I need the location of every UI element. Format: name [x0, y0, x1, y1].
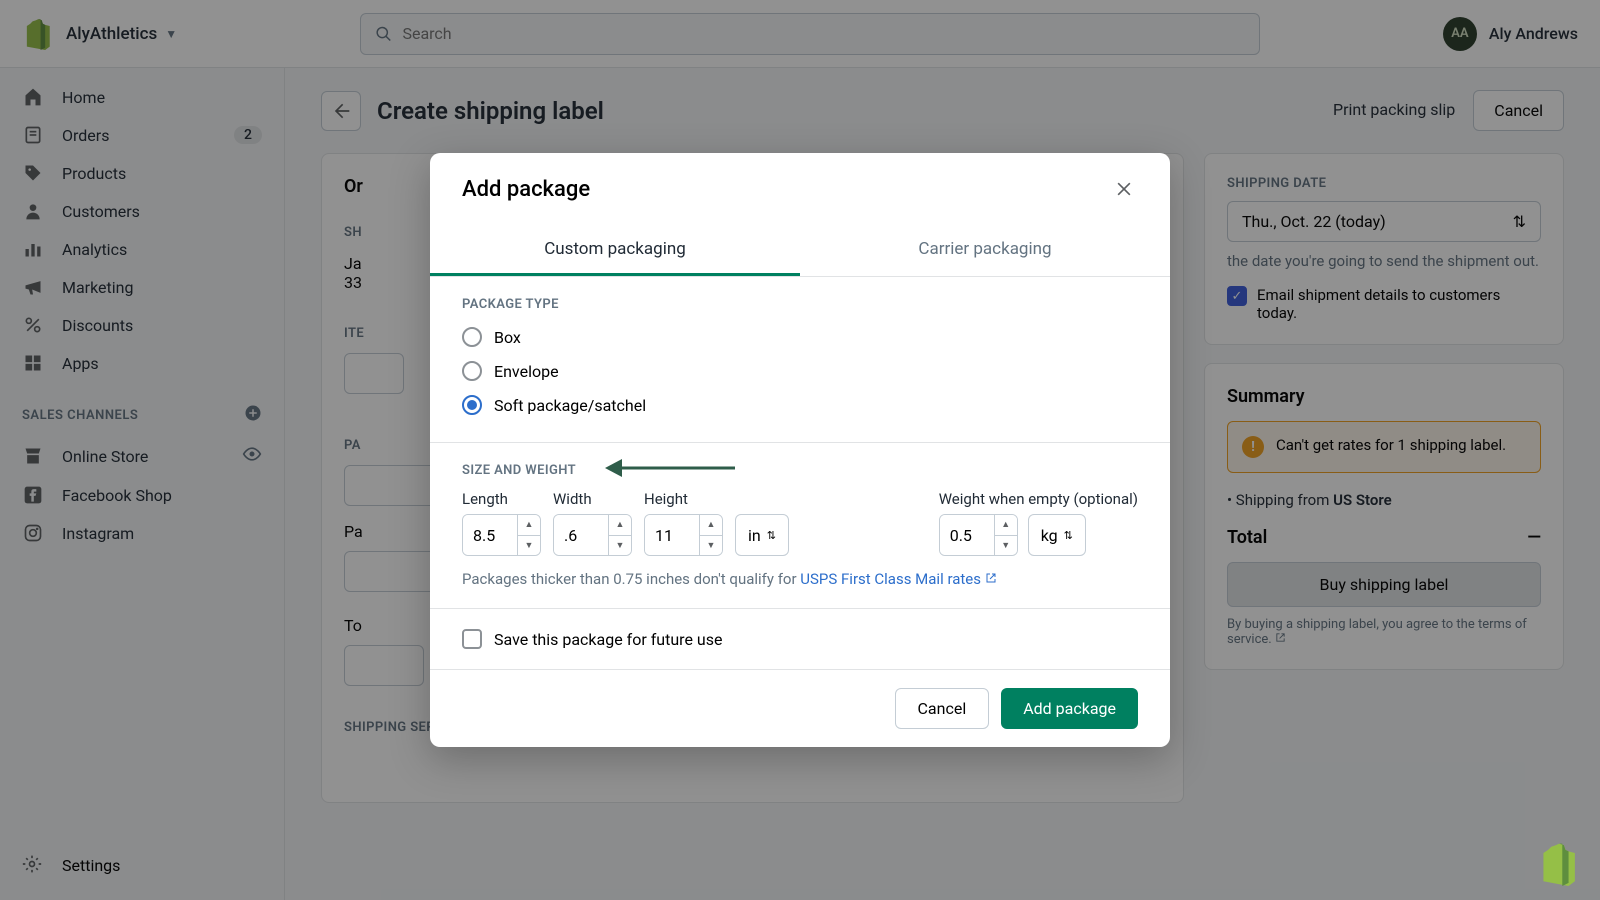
stepper-down[interactable]: ▼ [518, 536, 540, 556]
weight-label: Weight when empty (optional) [939, 490, 1138, 508]
height-label: Height [644, 490, 723, 508]
radio-label: Soft package/satchel [494, 396, 646, 415]
weight-input[interactable] [940, 515, 994, 555]
modal-add-package-button[interactable]: Add package [1001, 688, 1138, 729]
dimension-unit-select[interactable]: in⇅ [735, 514, 789, 556]
modal-overlay: Add package Custom packaging Carrier pac… [0, 0, 1600, 900]
stepper-up[interactable]: ▲ [609, 515, 631, 536]
stepper-down[interactable]: ▼ [609, 536, 631, 556]
shopify-badge-icon [1534, 842, 1578, 886]
length-label: Length [462, 490, 541, 508]
height-input[interactable] [645, 515, 699, 555]
modal-header: Add package [430, 153, 1170, 225]
radio-envelope[interactable]: Envelope [462, 354, 1138, 388]
stepper-up[interactable]: ▲ [995, 515, 1017, 536]
weight-input-wrap: ▲▼ [939, 514, 1018, 556]
select-caret-icon: ⇅ [1064, 529, 1073, 542]
save-checkbox[interactable] [462, 629, 482, 649]
stepper-up[interactable]: ▲ [700, 515, 722, 536]
radio-icon [462, 361, 482, 381]
size-weight-section: SIZE AND WEIGHT Length ▲▼ Width ▲▼ [430, 443, 1170, 609]
height-field: Height ▲▼ [644, 490, 723, 556]
modal-footer: Cancel Add package [430, 670, 1170, 747]
radio-label: Box [494, 328, 521, 347]
close-icon [1114, 179, 1134, 199]
width-input-wrap: ▲▼ [553, 514, 632, 556]
package-type-section: PACKAGE TYPE Box Envelope Soft package/s… [430, 277, 1170, 443]
radio-selected-icon [462, 395, 482, 415]
add-package-modal: Add package Custom packaging Carrier pac… [430, 153, 1170, 747]
usps-rates-link[interactable]: USPS First Class Mail rates [800, 570, 996, 588]
size-weight-label: SIZE AND WEIGHT [462, 463, 1138, 478]
length-input-wrap: ▲▼ [462, 514, 541, 556]
thickness-note: Packages thicker than 0.75 inches don't … [462, 570, 1138, 588]
modal-tabs: Custom packaging Carrier packaging [430, 225, 1170, 277]
stepper-up[interactable]: ▲ [518, 515, 540, 536]
tab-custom-packaging[interactable]: Custom packaging [430, 225, 800, 276]
stepper-down[interactable]: ▼ [700, 536, 722, 556]
tab-carrier-packaging[interactable]: Carrier packaging [800, 225, 1170, 276]
stepper-down[interactable]: ▼ [995, 536, 1017, 556]
radio-icon [462, 327, 482, 347]
weight-field: Weight when empty (optional) ▲▼ kg⇅ [939, 490, 1138, 556]
width-field: Width ▲▼ [553, 490, 632, 556]
height-input-wrap: ▲▼ [644, 514, 723, 556]
weight-unit-select[interactable]: kg⇅ [1028, 514, 1086, 556]
dimensions-row: Length ▲▼ Width ▲▼ Height [462, 490, 1138, 556]
package-type-label: PACKAGE TYPE [462, 297, 1138, 312]
length-input[interactable] [463, 515, 517, 555]
external-link-icon [985, 572, 997, 584]
width-input[interactable] [554, 515, 608, 555]
select-caret-icon: ⇅ [767, 529, 776, 542]
radio-box[interactable]: Box [462, 320, 1138, 354]
radio-soft-package[interactable]: Soft package/satchel [462, 388, 1138, 422]
close-button[interactable] [1110, 175, 1138, 203]
radio-label: Envelope [494, 362, 559, 381]
save-package-row[interactable]: Save this package for future use [430, 609, 1170, 670]
save-checkbox-label: Save this package for future use [494, 630, 722, 649]
modal-title: Add package [462, 177, 590, 202]
modal-cancel-button[interactable]: Cancel [895, 688, 990, 729]
length-field: Length ▲▼ [462, 490, 541, 556]
width-label: Width [553, 490, 632, 508]
